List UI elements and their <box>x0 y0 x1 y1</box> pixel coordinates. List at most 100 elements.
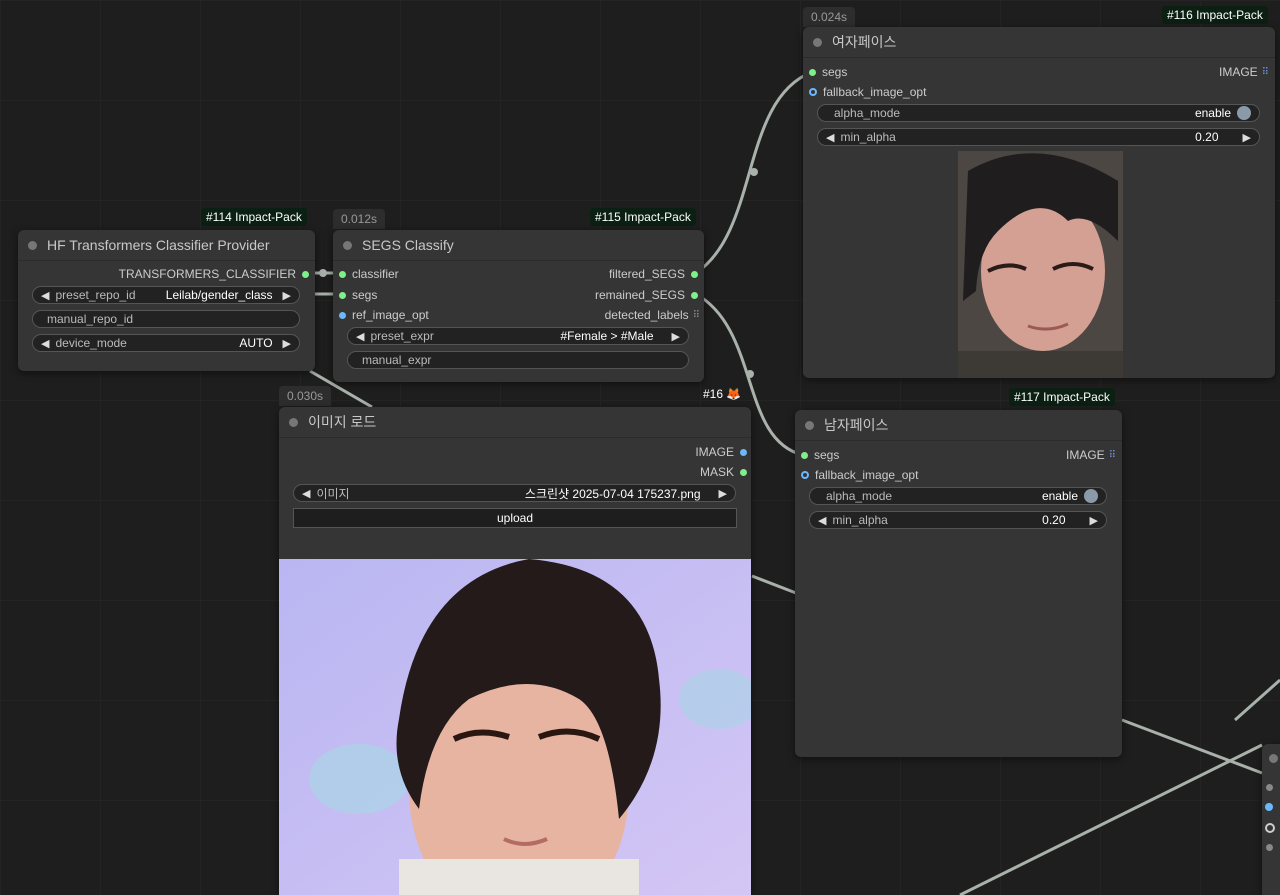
arrow-left-icon[interactable]: ◀ <box>302 487 310 500</box>
toggle-knob-icon[interactable] <box>1084 489 1098 503</box>
output-detected-labels[interactable]: detected_labels ⠿ <box>605 308 700 322</box>
alpha-mode-toggle[interactable]: alpha_mode enable <box>817 104 1260 122</box>
widget-label: 이미지 <box>316 486 350 501</box>
node-female-title: 여자페이스 <box>832 34 897 50</box>
input-socket-icon[interactable] <box>1266 844 1273 851</box>
collapse-dot-icon[interactable] <box>813 37 822 47</box>
input-socket-icon[interactable] <box>809 68 816 76</box>
collapse-dot-icon[interactable] <box>343 240 352 250</box>
widget-label: manual_repo_id <box>47 312 134 326</box>
min-alpha-stepper[interactable]: ◀ min_alpha 0.20 ▶ <box>817 128 1260 146</box>
node-segs-title-bar[interactable]: SEGS Classify <box>333 230 704 261</box>
node-hf-title-bar[interactable]: HF Transformers Classifier Provider <box>18 230 315 261</box>
arrow-right-icon[interactable]: ▶ <box>283 289 291 302</box>
arrow-left-icon[interactable]: ◀ <box>41 337 49 350</box>
output-label: detected_labels <box>604 308 689 322</box>
output-socket-icon[interactable] <box>691 270 698 278</box>
node-female-face[interactable]: 여자페이스 segs fallback_image_opt IMAGE ⠿ al… <box>803 27 1275 378</box>
input-socket-icon[interactable] <box>809 88 817 96</box>
link-filtered-dot <box>750 168 758 176</box>
arrow-left-icon[interactable]: ◀ <box>356 330 364 343</box>
node-load-title-bar[interactable]: 이미지 로드 <box>279 407 751 438</box>
manual-expr-field[interactable]: manual_expr <box>347 351 689 369</box>
output-image[interactable]: IMAGE ⠿ <box>1219 65 1269 79</box>
node-load-title: 이미지 로드 <box>308 414 377 430</box>
arrow-left-icon[interactable]: ◀ <box>41 289 49 302</box>
node-load-image[interactable]: 이미지 로드 IMAGE MASK ◀ 이미지 스크린샷 2025-07-04 … <box>279 407 751 895</box>
arrow-left-icon[interactable]: ◀ <box>818 514 826 527</box>
output-socket-icon[interactable] <box>740 448 747 456</box>
list-grid-icon[interactable]: ⠿ <box>1262 67 1269 78</box>
input-socket-icon[interactable] <box>801 471 809 479</box>
input-label: classifier <box>352 267 399 281</box>
output-mask[interactable]: MASK <box>700 465 747 479</box>
arrow-right-icon[interactable]: ▶ <box>283 337 291 350</box>
widget-label: min_alpha <box>840 130 896 144</box>
preset-repo-id-widget[interactable]: ◀ preset_repo_id Leilab/gender_class ▶ <box>32 286 300 304</box>
output-label: IMAGE <box>1219 65 1258 79</box>
collapse-dot-icon[interactable] <box>289 417 298 427</box>
node-male-title-bar[interactable]: 남자페이스 <box>795 410 1122 441</box>
output-label: IMAGE <box>1066 448 1105 462</box>
preset-expr-widget[interactable]: ◀ preset_expr #Female > #Male ▶ <box>347 327 689 345</box>
output-image[interactable]: IMAGE <box>695 445 747 459</box>
output-label: filtered_SEGS <box>608 267 685 281</box>
input-socket-icon[interactable] <box>339 311 346 319</box>
arrow-right-icon[interactable]: ▶ <box>672 330 680 343</box>
node-female-badge: #116 Impact-Pack <box>1162 6 1268 24</box>
input-socket-icon[interactable] <box>339 291 346 299</box>
alpha-mode-toggle[interactable]: alpha_mode enable <box>809 487 1107 505</box>
list-grid-icon[interactable]: ⠿ <box>693 310 700 321</box>
output-filtered-segs[interactable]: filtered_SEGS <box>609 267 698 281</box>
input-classifier[interactable]: classifier <box>339 267 399 281</box>
input-segs[interactable]: segs <box>801 448 839 462</box>
link-right-c <box>1234 678 1280 722</box>
node-segs-classify[interactable]: SEGS Classify classifier segs ref_image_… <box>333 230 704 382</box>
input-segs[interactable]: segs <box>809 65 847 79</box>
output-transformers-classifier[interactable]: TRANSFORMERS_CLASSIFIER <box>119 267 309 281</box>
output-socket-icon[interactable] <box>740 468 747 476</box>
node-male-face[interactable]: 남자페이스 segs fallback_image_opt IMAGE ⠿ al… <box>795 410 1122 757</box>
collapse-dot-icon[interactable] <box>28 240 37 250</box>
list-grid-icon[interactable]: ⠿ <box>1109 450 1116 461</box>
node-segs-badge: #115 Impact-Pack <box>590 208 696 226</box>
widget-value: enable <box>1194 106 1231 120</box>
upload-button[interactable]: upload <box>293 508 737 528</box>
image-select-widget[interactable]: ◀ 이미지 스크린샷 2025-07-04 175237.png ▶ <box>293 484 736 502</box>
arrow-left-icon[interactable]: ◀ <box>826 131 834 144</box>
node-load-timing: 0.030s <box>279 386 332 406</box>
arrow-right-icon[interactable]: ▶ <box>1090 514 1098 527</box>
input-socket-icon[interactable] <box>1265 823 1275 833</box>
output-remained-segs[interactable]: remained_SEGS <box>595 288 698 302</box>
device-mode-widget[interactable]: ◀ device_mode AUTO ▶ <box>32 334 300 352</box>
output-socket-icon[interactable] <box>691 291 698 299</box>
output-socket-icon[interactable] <box>302 270 309 278</box>
node-offscreen-partial[interactable] <box>1262 744 1280 895</box>
widget-value: enable <box>1041 489 1078 503</box>
min-alpha-stepper[interactable]: ◀ min_alpha 0.20 ▶ <box>809 511 1107 529</box>
input-socket-icon[interactable] <box>339 270 346 278</box>
collapse-dot-icon[interactable] <box>1269 754 1278 763</box>
arrow-right-icon[interactable]: ▶ <box>1243 131 1251 144</box>
output-image[interactable]: IMAGE ⠿ <box>1066 448 1116 462</box>
widget-label: min_alpha <box>832 513 888 527</box>
widget-label: device_mode <box>55 336 127 350</box>
input-fallback-image-opt[interactable]: fallback_image_opt <box>801 468 918 482</box>
toggle-knob-icon[interactable] <box>1237 106 1251 120</box>
node-female-title-bar[interactable]: 여자페이스 <box>803 27 1275 58</box>
collapse-dot-icon[interactable] <box>805 420 814 430</box>
manual-repo-id-field[interactable]: manual_repo_id <box>32 310 300 328</box>
input-socket-icon[interactable] <box>1265 803 1273 811</box>
node-hf-classifier[interactable]: HF Transformers Classifier Provider TRAN… <box>18 230 315 371</box>
widget-label: manual_expr <box>362 353 432 367</box>
input-socket-icon[interactable] <box>801 451 808 459</box>
input-fallback-image-opt[interactable]: fallback_image_opt <box>809 85 926 99</box>
widget-value: 0.20 <box>1042 513 1066 527</box>
widget-value: #Female > #Male <box>560 329 654 343</box>
input-ref-image-opt[interactable]: ref_image_opt <box>339 308 429 322</box>
input-segs[interactable]: segs <box>339 288 377 302</box>
widget-value: 스크린샷 2025-07-04 175237.png <box>524 486 701 501</box>
input-label: segs <box>814 448 840 462</box>
input-socket-icon[interactable] <box>1266 784 1273 791</box>
arrow-right-icon[interactable]: ▶ <box>719 487 727 500</box>
